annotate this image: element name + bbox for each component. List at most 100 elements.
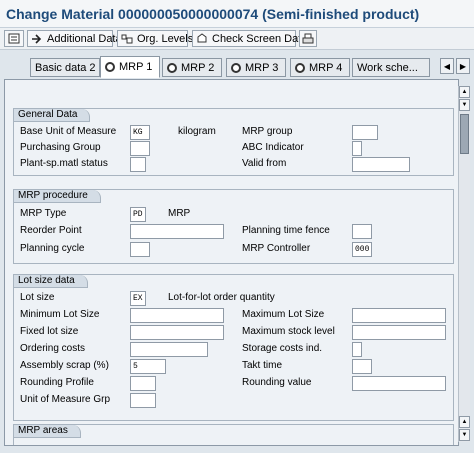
- planning-cycle-field[interactable]: [130, 242, 150, 257]
- additional-data-button[interactable]: Additional Data: [27, 30, 122, 47]
- fixed-lot-size-field[interactable]: [130, 325, 224, 340]
- uom-group-field[interactable]: [130, 393, 156, 408]
- rounding-value-field[interactable]: [352, 376, 446, 391]
- triangle-up-icon: ▲: [461, 419, 468, 425]
- reorder-point-field[interactable]: [130, 224, 224, 239]
- triangle-up-icon: ▲: [461, 89, 468, 95]
- lot-size-text: Lot-for-lot order quantity: [168, 292, 275, 303]
- check-screen-data-label: Check Screen Data: [212, 32, 308, 45]
- scrollbar-thumb[interactable]: [460, 114, 469, 154]
- tab-label: MRP 2: [181, 61, 215, 74]
- fixed-lot-size-label: Fixed lot size: [20, 326, 79, 337]
- tab-label: MRP 4: [309, 61, 343, 74]
- triangle-down-icon: ▼: [461, 102, 468, 108]
- group-title: General Data: [14, 109, 91, 122]
- ordering-costs-label: Ordering costs: [20, 343, 86, 354]
- mrp-controller-label: MRP Controller: [242, 243, 311, 254]
- mrp-procedure-group: MRP procedure MRP Type PD MRP Reorder Po…: [13, 189, 454, 264]
- plant-status-field[interactable]: [130, 157, 146, 172]
- storage-costs-field[interactable]: [352, 342, 362, 357]
- scroll-up-button[interactable]: ▼: [459, 99, 470, 111]
- application-toolbar: Additional Data Org. Levels Check Screen…: [0, 28, 474, 50]
- plant-status-label: Plant-sp.matl status: [20, 158, 108, 169]
- screen-content: General Data Base Unit of Measure KG kil…: [4, 79, 459, 446]
- mrp-controller-field[interactable]: 000: [352, 242, 372, 257]
- tab-label: MRP 3: [245, 61, 279, 74]
- planning-time-fence-label: Planning time fence: [242, 225, 330, 236]
- tab-work-scheduling[interactable]: Work sche...: [352, 58, 430, 77]
- planning-cycle-label: Planning cycle: [20, 243, 85, 254]
- planning-time-fence-field[interactable]: [352, 224, 372, 239]
- tab-mrp-4[interactable]: MRP 4: [290, 58, 350, 77]
- mrp-group-field[interactable]: [352, 125, 378, 140]
- triangle-right-icon: ▶: [459, 61, 467, 71]
- printer-icon: [302, 33, 314, 44]
- mrp-areas-group: MRP areas: [13, 424, 454, 445]
- additional-data-label: Additional Data: [47, 32, 122, 45]
- mrp-type-field[interactable]: PD: [130, 207, 146, 222]
- takt-time-field[interactable]: [352, 359, 372, 374]
- storage-costs-label: Storage costs ind.: [242, 343, 323, 354]
- uom-group-label: Unit of Measure Grp: [20, 394, 111, 405]
- tab-scroll-left-button[interactable]: ◀: [440, 58, 454, 74]
- mrp-type-text: MRP: [168, 208, 191, 219]
- base-uom-field[interactable]: KG: [130, 125, 150, 140]
- page-title: Change Material 000000050000000074 (Semi…: [6, 6, 420, 22]
- tab-status-icon: [167, 62, 177, 73]
- scroll-bottom-button[interactable]: ▼: [459, 429, 470, 441]
- tab-label: Basic data 2: [35, 61, 96, 74]
- tab-basic-data-2[interactable]: Basic data 2: [30, 58, 100, 77]
- base-uom-text: kilogram: [178, 126, 216, 137]
- min-lot-size-label: Minimum Lot Size: [20, 309, 100, 320]
- display-change-icon: [8, 33, 20, 44]
- tab-label: MRP 1: [119, 61, 153, 73]
- abc-indicator-label: ABC Indicator: [242, 142, 304, 153]
- tab-status-icon: [231, 62, 241, 73]
- tab-strip: Basic data 2 MRP 1 MRP 2 MRP 3 MRP 4 Wor…: [0, 56, 474, 78]
- ordering-costs-field[interactable]: [130, 342, 208, 357]
- triangle-down-icon: ▼: [461, 432, 468, 438]
- purchasing-group-field[interactable]: [130, 141, 150, 156]
- rounding-profile-label: Rounding Profile: [20, 377, 94, 388]
- min-lot-size-field[interactable]: [130, 308, 224, 323]
- max-lot-size-label: Maximum Lot Size: [242, 309, 325, 320]
- display-change-button[interactable]: [4, 30, 24, 47]
- lot-size-label: Lot size: [20, 292, 55, 303]
- valid-from-label: Valid from: [242, 158, 287, 169]
- group-title: MRP areas: [14, 425, 81, 438]
- mrp-group-label: MRP group: [242, 126, 293, 137]
- arrow-right-icon: [31, 33, 43, 44]
- tab-mrp-1[interactable]: MRP 1: [100, 56, 160, 78]
- org-levels-icon: [121, 33, 133, 44]
- lot-size-field[interactable]: EX: [130, 291, 146, 306]
- rounding-value-label: Rounding value: [242, 377, 312, 388]
- mrp-type-label: MRP Type: [20, 208, 67, 219]
- group-title: MRP procedure: [14, 190, 101, 203]
- scroll-top-button[interactable]: ▲: [459, 86, 470, 98]
- print-button[interactable]: [299, 30, 317, 47]
- abc-indicator-field[interactable]: [352, 141, 362, 156]
- tab-mrp-3[interactable]: MRP 3: [226, 58, 286, 77]
- scroll-down-button[interactable]: ▲: [459, 416, 470, 428]
- check-screen-icon: [196, 33, 208, 44]
- max-lot-size-field[interactable]: [352, 308, 446, 323]
- tab-mrp-2[interactable]: MRP 2: [162, 58, 222, 77]
- org-levels-button[interactable]: Org. Levels: [117, 30, 193, 47]
- base-uom-label: Base Unit of Measure: [20, 126, 117, 137]
- general-data-group: General Data Base Unit of Measure KG kil…: [13, 108, 454, 176]
- valid-from-field[interactable]: [352, 157, 410, 172]
- triangle-left-icon: ◀: [443, 61, 451, 71]
- tab-scroll-right-button[interactable]: ▶: [456, 58, 470, 74]
- group-title: Lot size data: [14, 275, 88, 288]
- check-screen-data-button[interactable]: Check Screen Data: [192, 30, 307, 47]
- tab-label: Work sche...: [357, 61, 418, 74]
- tab-status-icon: [105, 62, 115, 72]
- assembly-scrap-field[interactable]: 5: [130, 359, 166, 374]
- rounding-profile-field[interactable]: [130, 376, 156, 391]
- max-stock-level-field[interactable]: [352, 325, 446, 340]
- org-levels-label: Org. Levels: [137, 32, 194, 45]
- assembly-scrap-label: Assembly scrap (%): [20, 360, 109, 371]
- tab-status-icon: [295, 62, 305, 73]
- vertical-scrollbar[interactable]: ▲ ▼ ▲ ▼: [458, 86, 470, 442]
- lot-size-data-group: Lot size data Lot size EX Lot-for-lot or…: [13, 274, 454, 421]
